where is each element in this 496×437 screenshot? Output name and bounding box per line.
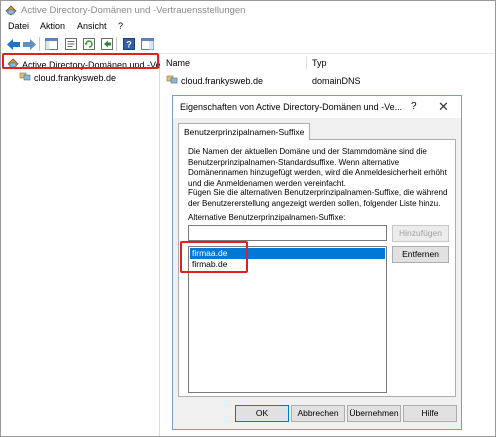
help-button[interactable]: Hilfe: [403, 405, 457, 422]
list-row-name: cloud.frankysweb.de: [181, 75, 264, 86]
apply-button[interactable]: Übernehmen: [347, 405, 401, 422]
back-arrow-icon[interactable]: [5, 36, 21, 52]
column-separator[interactable]: [306, 56, 307, 70]
help-icon[interactable]: ?: [121, 36, 137, 52]
toolbar-separator: [39, 37, 40, 51]
ok-button[interactable]: OK: [235, 405, 289, 422]
dialog-help-button[interactable]: ?: [411, 101, 417, 112]
tab-upn-suffixes[interactable]: Benutzerprinzipalnamen-Suffixe: [178, 123, 311, 140]
show-hide-pane-icon[interactable]: [139, 36, 155, 52]
properties-icon[interactable]: [63, 36, 79, 52]
description-text: Die Namen der aktuellen Domäne und der S…: [188, 147, 447, 188]
domain-node-icon: [19, 71, 31, 84]
export-list-icon[interactable]: [99, 36, 115, 52]
tree-domain-label: cloud.frankysweb.de: [34, 72, 117, 83]
instruction-text: Fügen Sie die alternativen Benutzerprinz…: [188, 188, 448, 208]
ad-domains-app-icon: [5, 5, 17, 16]
console-tree-pane: Active Directory-Domänen und -Ve cloud.f…: [1, 55, 161, 436]
window-titlebar: Active Directory-Domänen und -Vertrauens…: [1, 1, 495, 19]
menu-ansicht[interactable]: Ansicht: [77, 21, 107, 31]
dialog-title: Eigenschaften von Active Directory-Domän…: [180, 102, 403, 112]
domain-row-icon: [166, 74, 178, 87]
tree-domain-node[interactable]: cloud.frankysweb.de: [19, 71, 116, 84]
refresh-icon[interactable]: [81, 36, 97, 52]
remove-button[interactable]: Entfernen: [392, 246, 449, 263]
toolbar-separator: [116, 37, 117, 51]
dialog-titlebar: Eigenschaften von Active Directory-Domän…: [173, 96, 461, 118]
forward-arrow-icon[interactable]: [21, 36, 37, 52]
suffix-input[interactable]: [188, 225, 387, 241]
add-button[interactable]: Hinzufügen: [392, 225, 449, 242]
console-tree-icon[interactable]: [43, 36, 59, 52]
svg-text:?: ?: [126, 40, 132, 50]
column-header-type[interactable]: Typ: [312, 58, 327, 68]
window-title: Active Directory-Domänen und -Vertrauens…: [21, 5, 246, 16]
column-header-name[interactable]: Name: [166, 58, 190, 68]
suffix-field-label: Alternative Benutzerprinzipalnamen-Suffi…: [188, 213, 346, 222]
list-row[interactable]: cloud.frankysweb.de: [166, 74, 263, 87]
dialog-close-icon[interactable]: ✕: [438, 99, 449, 115]
highlight-box-suffixes: [180, 241, 248, 273]
menu-help[interactable]: ?: [118, 21, 123, 31]
list-row-type: domainDNS: [312, 76, 361, 86]
cancel-button[interactable]: Abbrechen: [291, 405, 345, 422]
highlight-box-tree: [2, 53, 159, 69]
menu-aktion[interactable]: Aktion: [40, 21, 65, 31]
menu-datei[interactable]: Datei: [8, 21, 29, 31]
toolbar: ?: [1, 34, 495, 54]
menu-bar: Datei Aktion Ansicht ?: [1, 19, 495, 34]
